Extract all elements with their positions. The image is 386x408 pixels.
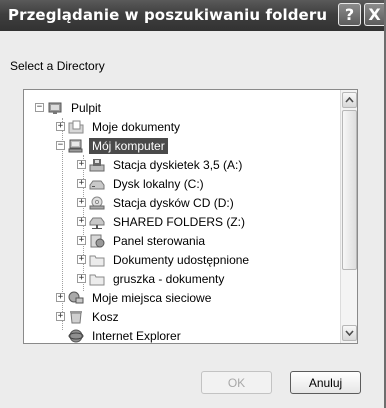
- tree-item-label: Stacja dyskietek 3,5 (A:): [113, 157, 243, 172]
- close-button[interactable]: X: [364, 3, 384, 26]
- folder-tree[interactable]: − Pulpit + Moje dokumenty − Mój komputer + Stac…: [23, 89, 358, 344]
- expand-toggle[interactable]: +: [77, 198, 86, 207]
- tree-item-label: Dokumenty udostępnione: [113, 252, 250, 267]
- tree-item[interactable]: + Stacja dysków CD (D:): [77, 193, 237, 212]
- collapse-toggle[interactable]: −: [56, 141, 65, 150]
- chevron-down-icon: [345, 330, 354, 336]
- control-panel-icon: [89, 233, 105, 249]
- network-drive-icon: [89, 214, 105, 230]
- tree-item[interactable]: + SHARED FOLDERS (Z:): [77, 212, 248, 231]
- tree-item-label: SHARED FOLDERS (Z:): [113, 214, 246, 229]
- scroll-up-button[interactable]: [342, 92, 357, 108]
- chevron-up-icon: [345, 97, 354, 103]
- expand-toggle[interactable]: +: [77, 274, 86, 283]
- tree-item-label: Mój komputer: [89, 137, 168, 154]
- tree-item-label: gruszka - dokumenty: [113, 271, 225, 286]
- tree-item-label: Kosz: [92, 309, 119, 324]
- tree-item[interactable]: − Mój komputer: [56, 136, 168, 155]
- tree-item[interactable]: + Panel sterowania: [77, 231, 208, 250]
- tree-item-label: Moje dokumenty: [92, 119, 181, 134]
- tree-item[interactable]: + Dysk lokalny (C:): [77, 174, 207, 193]
- vertical-scrollbar[interactable]: [340, 90, 357, 343]
- tree-item[interactable]: Internet Explorer: [56, 326, 184, 343]
- tree-item[interactable]: + Moje miejsca sieciowe: [56, 288, 214, 307]
- scroll-thumb[interactable]: [342, 110, 357, 270]
- expand-toggle[interactable]: +: [56, 122, 65, 131]
- expand-toggle[interactable]: +: [77, 179, 86, 188]
- tree-item-label: Stacja dysków CD (D:): [113, 195, 234, 210]
- scroll-down-button[interactable]: [342, 325, 357, 341]
- expand-toggle[interactable]: +: [56, 312, 65, 321]
- tree-item[interactable]: + Dokumenty udostępnione: [77, 250, 252, 269]
- tree-item-label: Panel sterowania: [113, 233, 206, 248]
- help-button[interactable]: ?: [338, 3, 361, 26]
- prompt-label: Select a Directory: [10, 59, 105, 73]
- cancel-button[interactable]: Anuluj: [290, 371, 361, 394]
- tree-item[interactable]: + gruszka - dokumenty: [77, 269, 227, 288]
- folder-icon: [89, 252, 105, 268]
- browse-folder-dialog: Przeglądanie w poszukiwaniu folderu ? X …: [0, 0, 386, 408]
- tree-item[interactable]: − Pulpit: [35, 98, 104, 117]
- tree-item-label: Dysk lokalny (C:): [113, 176, 204, 191]
- expand-toggle[interactable]: +: [56, 293, 65, 302]
- expand-toggle[interactable]: +: [77, 255, 86, 264]
- collapse-toggle[interactable]: −: [35, 103, 44, 112]
- folder-tree-viewport: − Pulpit + Moje dokumenty − Mój komputer + Stac…: [24, 90, 340, 343]
- folder-icon: [89, 271, 105, 287]
- tree-item-label: Pulpit: [71, 100, 102, 115]
- desktop-icon: [47, 100, 63, 116]
- cd-drive-icon: [89, 195, 105, 211]
- network-places-icon: [68, 290, 84, 306]
- recycle-bin-icon: [68, 309, 84, 325]
- expand-toggle[interactable]: +: [77, 236, 86, 245]
- tree-item-label: Moje miejsca sieciowe: [92, 290, 212, 305]
- folder-documents-icon: [68, 119, 84, 135]
- tree-item[interactable]: + Stacja dyskietek 3,5 (A:): [77, 155, 245, 174]
- tree-item-label: Internet Explorer: [92, 328, 181, 343]
- internet-explorer-icon: [68, 328, 84, 344]
- floppy-drive-icon: [89, 157, 105, 173]
- tree-item[interactable]: + Moje dokumenty: [56, 117, 183, 136]
- computer-icon: [68, 138, 84, 154]
- title-bar[interactable]: Przeglądanie w poszukiwaniu folderu ? X: [0, 0, 384, 31]
- window-title: Przeglądanie w poszukiwaniu folderu: [8, 6, 328, 24]
- expand-toggle[interactable]: +: [77, 160, 86, 169]
- hard-drive-icon: [89, 176, 105, 192]
- expand-toggle[interactable]: +: [77, 217, 86, 226]
- ok-button[interactable]: OK: [201, 371, 272, 394]
- tree-item[interactable]: + Kosz: [56, 307, 122, 326]
